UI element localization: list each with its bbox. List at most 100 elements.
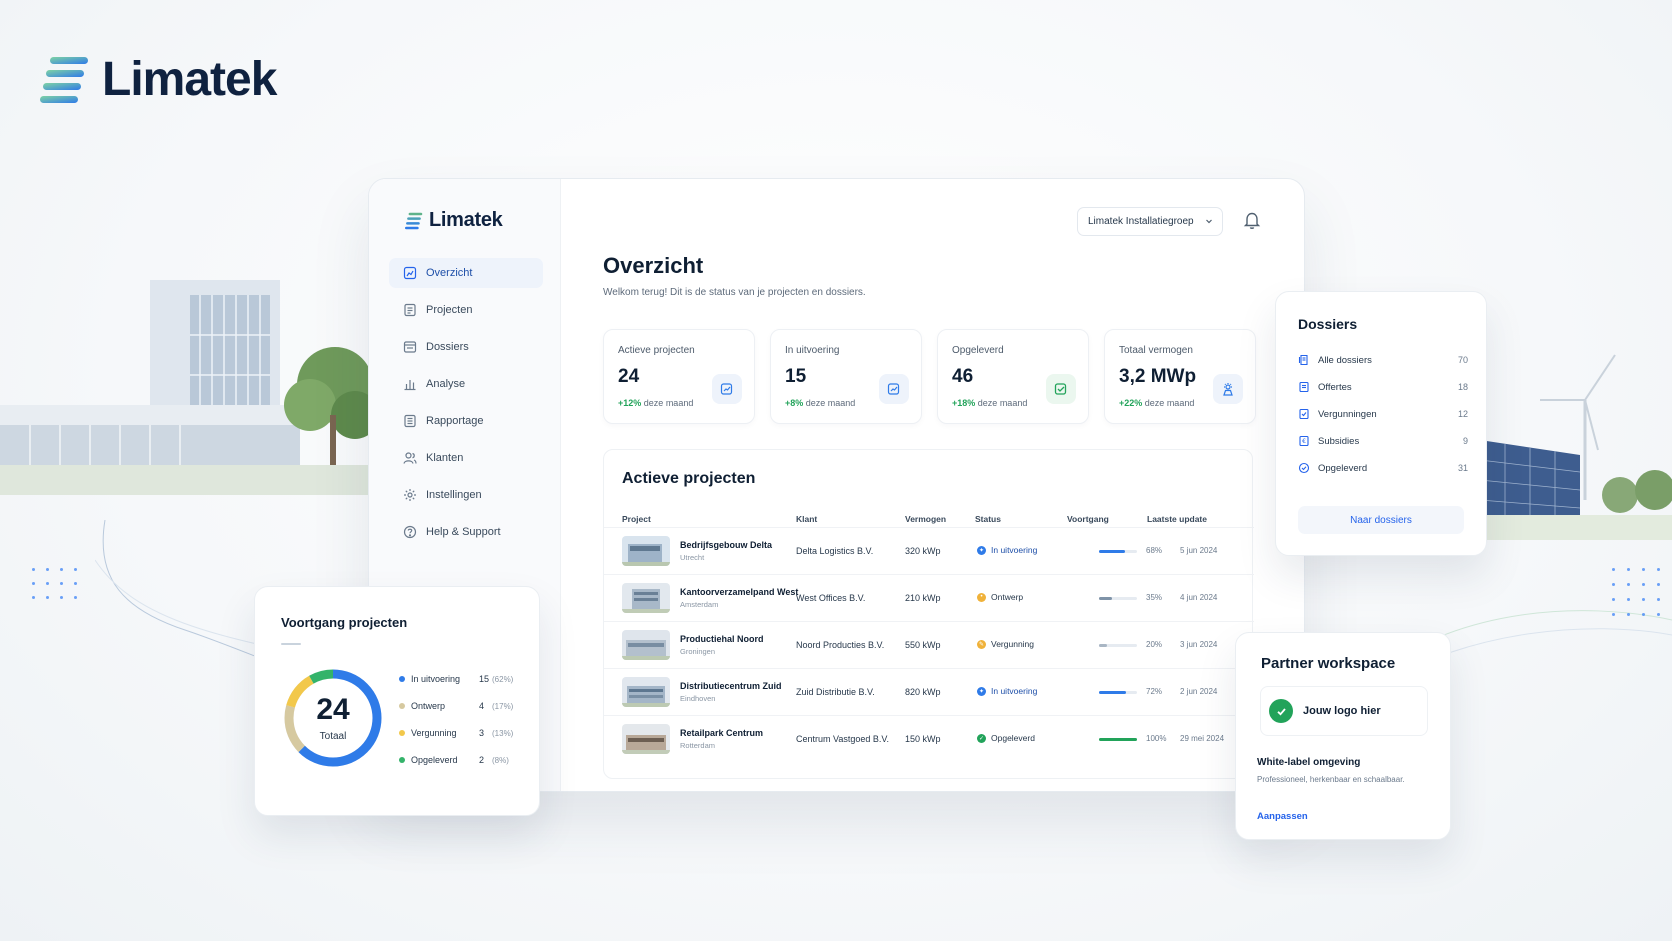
table-row[interactable]: Retailpark Centrum Rotterdam Centrum Vas… <box>604 715 1254 762</box>
legend-count: 3 <box>479 728 485 738</box>
card-title: Partner workspace <box>1261 655 1396 672</box>
sidebar-nav: Overzicht Projecten Dossiers Analyse Rap… <box>389 258 543 554</box>
brand-logo: Limatek <box>40 52 277 107</box>
customize-link[interactable]: Aanpassen <box>1257 811 1308 822</box>
legend-swatch <box>399 676 405 682</box>
kpi-delta-suffix: deze maand <box>977 398 1028 408</box>
white-label-subtitle: Professioneel, herkenbaar en schaalbaar. <box>1257 775 1405 784</box>
progress-fill <box>1099 597 1113 600</box>
to-dossiers-button[interactable]: Naar dossiers <box>1298 506 1464 534</box>
dossier-item-vergunningen[interactable]: Vergunningen 12 <box>1298 405 1468 423</box>
sidebar-item-projecten[interactable]: Projecten <box>389 295 543 325</box>
edit-chart-icon <box>712 374 742 404</box>
dossier-label: Vergunningen <box>1318 408 1377 420</box>
status-dot-icon: • <box>977 592 986 602</box>
column-header: Klant <box>796 514 818 524</box>
dossier-item-all[interactable]: Alle dossiers 70 <box>1298 351 1468 369</box>
power-value: 550 kWp <box>905 640 941 650</box>
kpi-delta: +22% deze maand <box>1119 398 1194 408</box>
dossier-count: 70 <box>1457 355 1468 365</box>
check-icon <box>1269 699 1293 723</box>
legend-count: 4 <box>479 701 485 711</box>
sidebar-item-analyse[interactable]: Analyse <box>389 369 543 399</box>
sidebar-item-help-support[interactable]: Help & Support <box>389 517 543 547</box>
folder-icon <box>403 340 417 354</box>
legend-swatch <box>399 703 405 709</box>
permit-icon <box>1298 408 1310 420</box>
dossier-item-subsidies[interactable]: € Subsidies 9 <box>1298 432 1468 450</box>
sidebar-item-dossiers[interactable]: Dossiers <box>389 332 543 362</box>
help-icon <box>403 525 417 539</box>
sidebar-item-overzicht[interactable]: Overzicht <box>389 258 543 288</box>
organization-select-value: Limatek Installatiegroep <box>1088 216 1194 227</box>
document-icon <box>403 303 417 317</box>
project-city: Eindhoven <box>680 694 716 703</box>
kpi-delta-value: +12% <box>618 398 642 408</box>
logo-placeholder[interactable]: Jouw logo hier <box>1260 686 1428 736</box>
decorative-dots <box>32 568 77 599</box>
kpi-card-active-projects[interactable]: Actieve projecten 24 +12% deze maand <box>603 329 755 424</box>
status-dot-icon: ✦ <box>977 545 986 555</box>
sidebar-item-label: Analyse <box>426 378 466 390</box>
power-value: 210 kWp <box>905 593 941 603</box>
client-name: Zuid Distributie B.V. <box>796 687 875 697</box>
legend-item: In uitvoering 15 (62%) <box>399 672 519 686</box>
dashboard-icon <box>403 266 417 280</box>
donut-total: 24 <box>316 693 350 726</box>
legend-item: Ontwerp 4 (17%) <box>399 699 519 713</box>
progress-fill <box>1099 644 1107 647</box>
solar-panel-icon <box>1213 374 1243 404</box>
table-row[interactable]: Kantoorverzamelpand West Amsterdam West … <box>604 574 1254 621</box>
column-header: Voortgang <box>1067 514 1109 524</box>
power-value: 820 kWp <box>905 687 941 697</box>
sidebar-item-instellingen[interactable]: Instellingen <box>389 480 543 510</box>
kpi-card-total-power[interactable]: Totaal vermogen 3,2 MWp +22% deze maand <box>1104 329 1256 424</box>
sidebar-item-rapportage[interactable]: Rapportage <box>389 406 543 436</box>
bell-icon[interactable] <box>1241 209 1263 231</box>
dossier-label: Alle dossiers <box>1318 354 1372 366</box>
dossier-item-opgeleverd[interactable]: Opgeleverd 31 <box>1298 459 1468 477</box>
project-name: Kantoorverzamelpand West <box>680 587 799 597</box>
sidebar-item-label: Dossiers <box>426 341 469 353</box>
sidebar-item-klanten[interactable]: Klanten <box>389 443 543 473</box>
legend-percent: (62%) <box>492 674 514 684</box>
chevron-down-icon <box>1206 219 1212 224</box>
kpi-card-delivered[interactable]: Opgeleverd 46 +18% deze maand <box>937 329 1089 424</box>
kpi-card-in-progress[interactable]: In uitvoering 15 +8% deze maand <box>770 329 922 424</box>
project-progress-card: Voortgang projecten 24 Totaal In uitvoer… <box>254 586 540 816</box>
organization-select[interactable]: Limatek Installatiegroep <box>1077 207 1223 236</box>
legend-label: Vergunning <box>411 728 457 738</box>
power-value: 320 kWp <box>905 546 941 556</box>
project-thumbnail <box>622 630 670 660</box>
card-title: Voortgang projecten <box>281 615 408 630</box>
progress-percent: 100% <box>1146 734 1167 743</box>
project-thumbnail <box>622 677 670 707</box>
logo-placeholder-text: Jouw logo hier <box>1303 705 1381 717</box>
progress-bar <box>1099 691 1137 694</box>
status-label: In uitvoering <box>991 545 1038 555</box>
progress-bar <box>1099 550 1137 553</box>
last-update: 2 jun 2024 <box>1180 687 1218 696</box>
status-badge: ✦ In uitvoering <box>977 545 1037 555</box>
progress-fill <box>1099 550 1125 553</box>
legend-percent: (8%) <box>492 755 509 765</box>
kpi-label: Totaal vermogen <box>1119 345 1193 356</box>
table-row[interactable]: Distributiecentrum Zuid Eindhoven Zuid D… <box>604 668 1254 715</box>
progress-bar <box>1099 597 1137 600</box>
dossier-item-offertes[interactable]: Offertes 18 <box>1298 378 1468 396</box>
brand-mark-icon <box>40 56 88 103</box>
dossiers-card: Dossiers Alle dossiers 70 Offertes 18 Ve… <box>1275 291 1487 556</box>
table-row[interactable]: Bedrijfsgebouw Delta Utrecht Delta Logis… <box>604 527 1254 574</box>
brand-name: Limatek <box>102 53 277 106</box>
last-update: 4 jun 2024 <box>1180 593 1218 602</box>
client-name: Delta Logistics B.V. <box>796 546 874 556</box>
last-update: 5 jun 2024 <box>1180 546 1218 555</box>
page-subtitle: Welkom terug! Dit is de status van je pr… <box>603 287 866 298</box>
status-badge: ✓ Opgeleverd <box>977 733 1035 743</box>
project-thumbnail <box>622 724 670 754</box>
white-label-title: White-label omgeving <box>1257 757 1361 768</box>
legend-count: 15 <box>479 674 490 684</box>
kpi-label: Opgeleverd <box>952 345 1004 356</box>
legend-percent: (17%) <box>492 701 514 711</box>
table-row[interactable]: Productiehal Noord Groningen Noord Produ… <box>604 621 1254 668</box>
